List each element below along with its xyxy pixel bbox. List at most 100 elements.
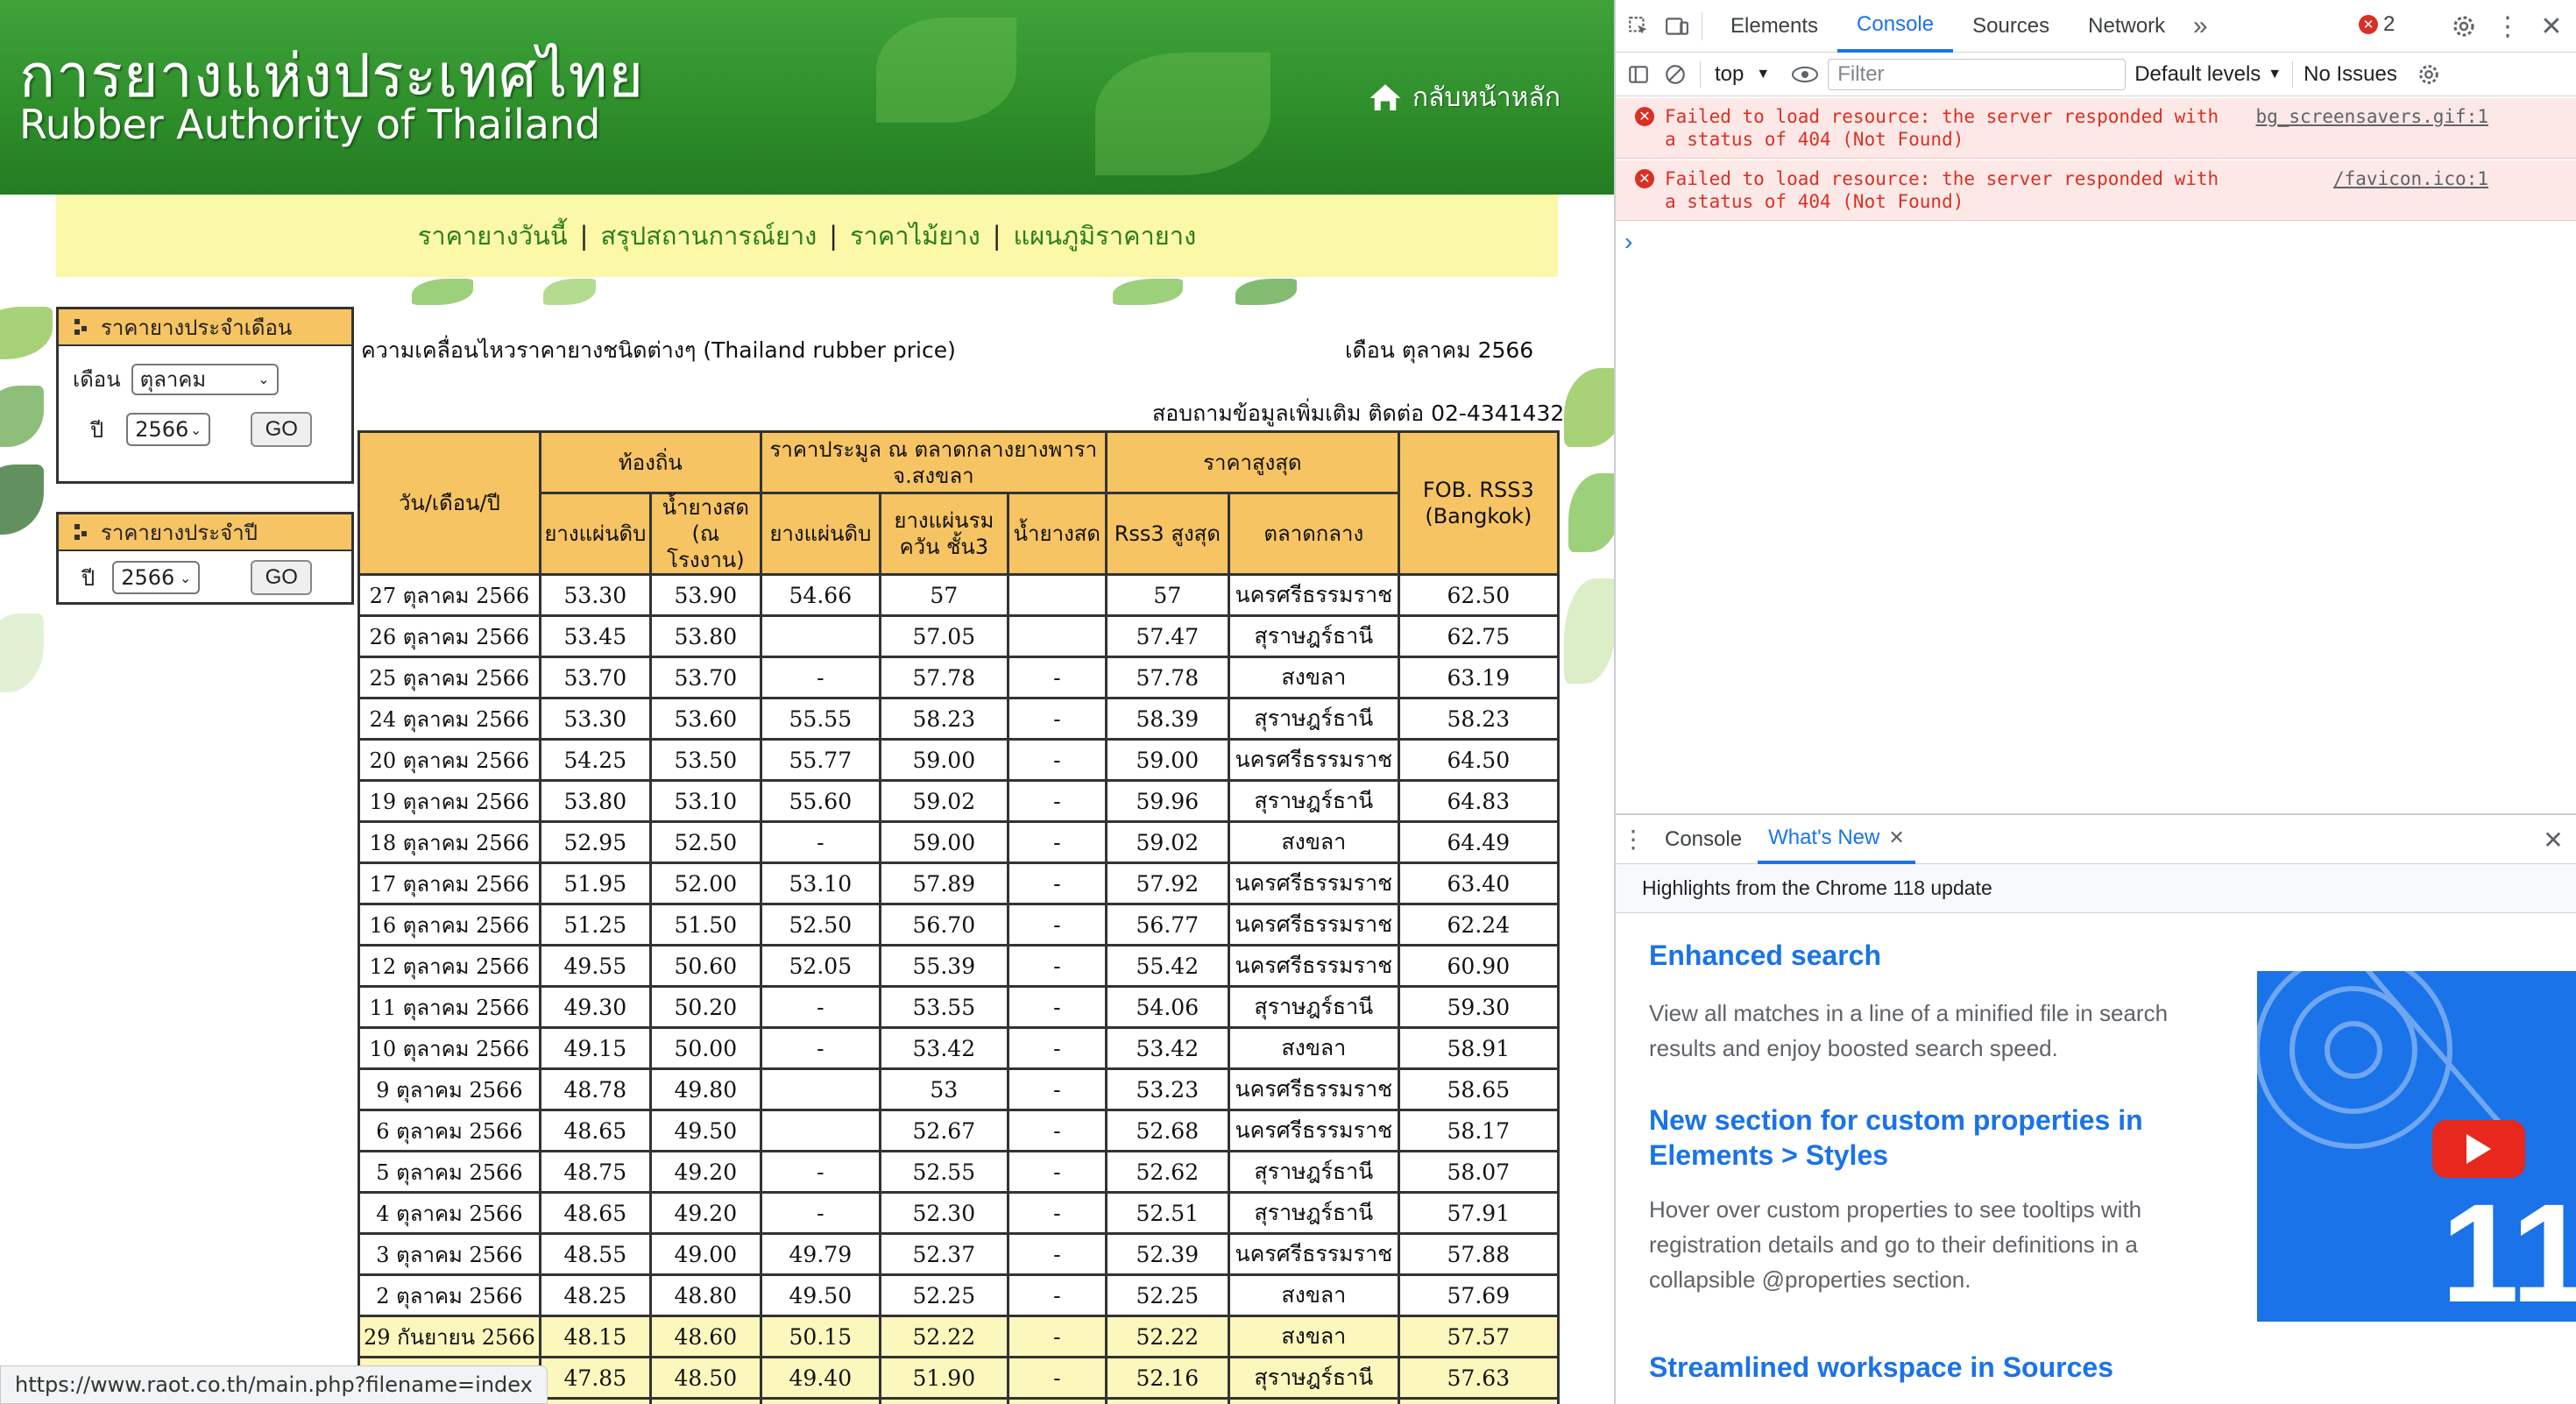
yearly-go-button[interactable]: GO: [251, 560, 313, 595]
cell-local-sheet: 53.80: [538, 779, 652, 823]
tab-sources[interactable]: Sources: [1953, 0, 2069, 53]
cell-local-latex: 48.50: [648, 1397, 762, 1404]
cell-auction-latex: [1006, 614, 1108, 658]
table-row: 25 ตุลาคม 2566 53.70 53.70-57.78-57.78 สงขล…: [357, 656, 1560, 699]
monthly-price-box: ราคายางประจำเดือน เดือน ตุลาคม ⌄ ปี 2566…: [56, 307, 354, 484]
cell-auction-sheet: -: [759, 1150, 881, 1194]
cell-max-rss3: 59.00: [1104, 738, 1230, 782]
tab-console[interactable]: Console: [1837, 0, 1954, 53]
yearly-year-select[interactable]: 2566 ⌄: [112, 561, 201, 594]
close-devtools-icon[interactable]: ✕: [2536, 11, 2567, 42]
cell-max-rss3: 57: [1104, 573, 1230, 617]
cell-auction-latex: -: [1006, 1232, 1108, 1276]
table-row: 26 ตุลาคม 2566 53.45 53.80 57.05 57.47 สุราษฎ…: [357, 614, 1560, 658]
menu-item-today-price[interactable]: ราคายางวันนี้: [418, 216, 568, 256]
cell-auction-smoked: 52.22: [878, 1315, 1009, 1358]
cell-date: 4 ตุลาคม 2566: [357, 1191, 541, 1235]
more-options-icon[interactable]: ⋮: [2492, 11, 2523, 42]
menu-item-price-chart[interactable]: แผนภูมิราคายาง: [1014, 216, 1197, 256]
cell-auction-smoked: 58.23: [878, 697, 1009, 741]
console-filter-input[interactable]: Filter: [1828, 58, 2127, 90]
cell-max-market: นครศรีธรรมราช: [1227, 862, 1400, 905]
tab-elements[interactable]: Elements: [1711, 0, 1837, 53]
more-tabs-icon[interactable]: »: [2184, 11, 2216, 42]
device-toolbar-icon[interactable]: [1661, 11, 1693, 42]
cell-auction-sheet: [759, 1109, 881, 1152]
drawer-tab-whats-new[interactable]: What's New ✕: [1758, 815, 1915, 864]
drawer-tab-console[interactable]: Console: [1649, 815, 1758, 864]
cell-auction-latex: -: [1006, 1109, 1108, 1152]
feature-title-link[interactable]: Enhanced search: [1649, 940, 1881, 972]
cell-date: 11 ตุลาคม 2566: [357, 985, 541, 1029]
close-tab-icon[interactable]: ✕: [1888, 826, 1904, 849]
monthly-go-button[interactable]: GO: [251, 412, 313, 447]
inspect-element-icon[interactable]: [1623, 11, 1654, 42]
play-button-icon[interactable]: [2432, 1120, 2525, 1178]
cell-max-rss3: 59.02: [1104, 820, 1230, 864]
cell-local-sheet: 48.65: [538, 1109, 652, 1152]
caret-down-icon: ▼: [1756, 66, 1771, 82]
cell-auction-smoked: 52.37: [878, 1232, 1009, 1276]
cell-auction-latex: -: [1006, 1150, 1108, 1194]
console-settings-gear-icon[interactable]: [2413, 59, 2445, 90]
cell-auction-smoked: 52.25: [878, 1273, 1009, 1317]
error-source-link[interactable]: bg_screensavers.gif:1: [2255, 105, 2488, 128]
leaf-decoration: [1564, 368, 1614, 447]
feature-title-link[interactable]: Streamlined workspace in Sources: [1649, 1351, 2113, 1384]
log-levels-select[interactable]: Default levels ▼: [2134, 62, 2282, 87]
cell-date: 24 ตุลาคม 2566: [357, 697, 541, 741]
cell-fob: 58.07: [1397, 1150, 1560, 1194]
close-drawer-icon[interactable]: ✕: [2537, 824, 2569, 855]
cell-fob: 63.19: [1397, 656, 1560, 699]
cell-local-sheet: 51.25: [538, 903, 652, 947]
cell-local-latex: 50.60: [648, 944, 762, 988]
clear-console-icon[interactable]: [1660, 59, 1691, 90]
drawer-menu-icon[interactable]: ⋮: [1617, 824, 1649, 855]
cell-max-rss3: 57.78: [1104, 656, 1230, 699]
console-prompt[interactable]: ›: [1616, 223, 2576, 256]
year-select[interactable]: 2566 ⌄: [126, 413, 211, 446]
cell-fob: 57.57: [1397, 1315, 1560, 1358]
cell-local-sheet: 53.30: [538, 573, 652, 617]
home-link[interactable]: กลับหน้าหลัก: [1367, 77, 1560, 118]
top-menu: ราคายางวันนี้ | สรุปสถานการณ์ยาง | ราคาไ…: [56, 195, 1558, 277]
error-counter[interactable]: ✕ 2: [2359, 12, 2395, 37]
yearly-year-select-value: 2566: [121, 565, 175, 590]
cell-auction-sheet: -: [759, 1397, 881, 1404]
contact-info: สอบถามข้อมูลเพิ่มเติม ติดต่อ 02-4341432: [1152, 401, 1565, 426]
cell-max-market: สงขลา: [1227, 1026, 1400, 1070]
cell-max-rss3: 57.47: [1104, 614, 1230, 658]
caret-down-icon: ▼: [2268, 66, 2282, 82]
menu-item-summary[interactable]: สรุปสถานการณ์ยาง: [600, 216, 817, 256]
cell-local-sheet: 54.25: [538, 738, 652, 782]
month-select[interactable]: ตุลาคม ⌄: [131, 363, 279, 395]
cell-max-market: สุราษฎร์ธานี: [1227, 1191, 1400, 1235]
menu-item-wood-price[interactable]: ราคาไม้ยาง: [850, 216, 980, 256]
header-auction-sheet: ยางแผ่นดิบ: [759, 492, 881, 576]
cell-auction-smoked: 59.02: [878, 779, 1009, 823]
live-expression-eye-icon[interactable]: [1789, 59, 1821, 90]
issues-counter[interactable]: No Issues: [2304, 62, 2397, 87]
settings-gear-icon[interactable]: [2448, 11, 2480, 42]
header-leaf: [876, 18, 1016, 123]
cell-max-market: สุราษฎร์ธานี: [1227, 1150, 1400, 1194]
cell-fob: 62.50: [1397, 573, 1560, 617]
cell-max-rss3: 56.77: [1104, 903, 1230, 947]
tab-network[interactable]: Network: [2069, 0, 2184, 53]
error-source-link[interactable]: /favicon.ico:1: [2333, 167, 2488, 190]
cell-date: 16 ตุลาคม 2566: [357, 903, 541, 947]
cell-auction-latex: -: [1006, 697, 1108, 741]
prompt-chevron-icon: ›: [1624, 228, 1633, 255]
sidebar-toggle-icon[interactable]: [1623, 59, 1654, 90]
context-select[interactable]: top ▼: [1715, 62, 1770, 87]
table-row: 12 ตุลาคม 2566 49.55 50.60 52.05 55.39-55.42…: [357, 944, 1560, 988]
feature-title-link[interactable]: New section for custom properties in Ele…: [1649, 1103, 2192, 1173]
table-row: 5 ตุลาคม 2566 48.75 49.20-52.55-52.62 สุราษ…: [357, 1150, 1560, 1194]
cell-date: 20 ตุลาคม 2566: [357, 738, 541, 782]
cell-fob: 58.17: [1397, 1109, 1560, 1152]
video-thumbnail[interactable]: 11: [2257, 971, 2576, 1322]
price-table-body: 27 ตุลาคม 2566 53.30 53.90 54.66 57 57 นครศรีธ…: [357, 573, 1560, 1404]
cell-fob: 57.35: [1397, 1397, 1560, 1404]
cell-max-rss3: 51.72: [1104, 1397, 1230, 1404]
cell-date: 10 ตุลาคม 2566: [357, 1026, 541, 1070]
